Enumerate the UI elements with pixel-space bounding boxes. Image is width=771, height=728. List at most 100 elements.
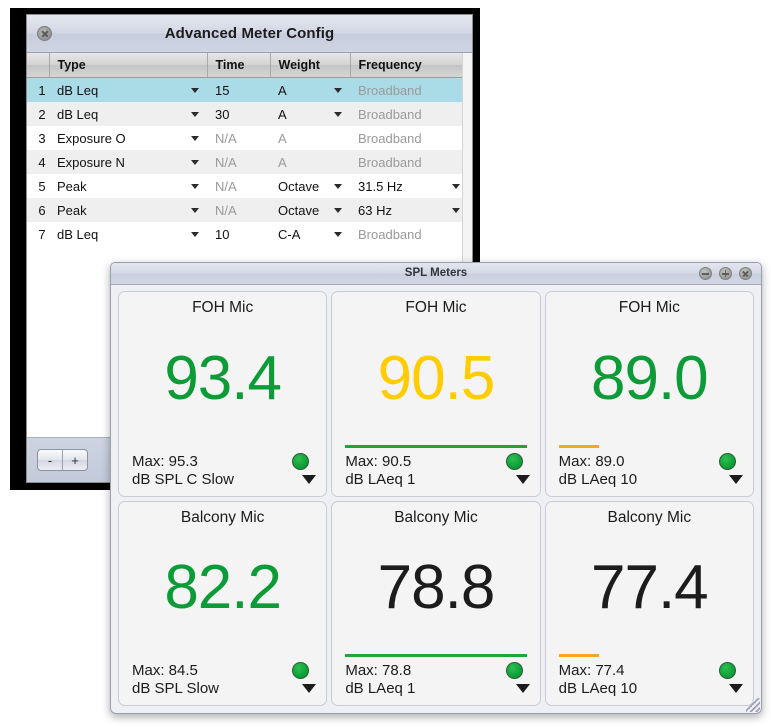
cell-weight-content: A (278, 155, 350, 170)
table-row[interactable]: 7 dB Leq 10 C-A Broadband (27, 222, 468, 246)
meter-mode-selector[interactable]: dB SPL Slow (119, 679, 326, 705)
minimize-icon[interactable] (699, 267, 712, 280)
cell-type[interactable]: Exposure O (49, 126, 207, 150)
chevron-down-icon[interactable] (191, 135, 199, 141)
status-led-icon (505, 452, 523, 470)
column-header-frequency[interactable]: Frequency (350, 53, 468, 78)
close-icon[interactable] (739, 267, 752, 280)
meter-value: 90.5 (377, 343, 496, 413)
meter-level-bar-slot (132, 654, 313, 660)
meter-cell[interactable]: FOH Mic 89.0 Max: 89.0 dB LAeq 10 (544, 291, 754, 497)
meter-cell[interactable]: Balcony Mic 78.8 Max: 78.8 dB LAeq 1 (331, 500, 541, 706)
column-header-time[interactable]: Time (207, 53, 271, 78)
config-title-bar[interactable]: Advanced Meter Config (27, 15, 472, 53)
cell-frequency-content: Broadband (358, 107, 468, 122)
meter-source-name: FOH Mic (618, 299, 680, 316)
cell-weight[interactable]: Octave (270, 174, 350, 198)
cell-time[interactable]: 10 (207, 222, 270, 246)
cell-weight[interactable]: A (270, 150, 350, 174)
meter-max-label: Max: 95.3 (132, 452, 198, 470)
cell-time[interactable]: N/A (207, 198, 270, 222)
cell-time[interactable]: N/A (207, 174, 270, 198)
cell-type[interactable]: dB Leq (49, 77, 207, 102)
spl-meters-window: SPL Meters FOH Mic 93.4 Max: 95.3 dB SPL C … (110, 262, 762, 714)
meter-max-label: Max: 89.0 (558, 452, 625, 470)
cell-frequency[interactable]: Broadband (350, 222, 468, 246)
cell-time[interactable]: N/A (207, 126, 270, 150)
chevron-down-icon[interactable] (334, 87, 342, 93)
table-row[interactable]: 2 dB Leq 30 A Broadband (27, 102, 468, 126)
cell-weight[interactable]: A (270, 77, 350, 102)
cell-frequency-content: Broadband (358, 155, 468, 170)
meter-cell[interactable]: FOH Mic 93.4 Max: 95.3 dB SPL C Slow (118, 291, 328, 497)
cell-weight[interactable]: Octave (270, 198, 350, 222)
cell-frequency[interactable]: Broadband (350, 150, 468, 174)
meter-mode-selector[interactable]: dB LAeq 10 (546, 679, 753, 705)
meter-mode-selector[interactable]: dB LAeq 1 (332, 470, 539, 496)
cell-type-label: dB Leq (57, 106, 99, 122)
chevron-down-icon[interactable] (334, 111, 342, 117)
cell-type[interactable]: dB Leq (49, 102, 207, 126)
table-row[interactable]: 3 Exposure O N/A A Broadband (27, 126, 468, 150)
add-row-button[interactable]: + (62, 450, 87, 470)
chevron-down-icon[interactable] (191, 207, 199, 213)
cell-type[interactable]: Exposure N (49, 150, 207, 174)
cell-frequency-content: 63 Hz (358, 203, 468, 218)
cell-frequency-label: Broadband (358, 154, 422, 170)
cell-frequency-label: 63 Hz (358, 202, 392, 218)
cell-frequency[interactable]: Broadband (350, 102, 468, 126)
table-row[interactable]: 1 dB Leq 15 A Broadband (27, 77, 468, 102)
cell-weight-content: Octave (278, 179, 350, 194)
cell-frequency[interactable]: Broadband (350, 126, 468, 150)
meter-mode-selector[interactable]: dB LAeq 1 (332, 679, 539, 705)
chevron-down-icon[interactable] (334, 207, 342, 213)
meter-mode-label: dB SPL Slow (132, 680, 219, 697)
table-row[interactable]: 6 Peak N/A Octave 63 Hz (27, 198, 468, 222)
cell-weight[interactable]: A (270, 126, 350, 150)
chevron-down-icon[interactable] (191, 183, 199, 189)
zoom-icon[interactable] (719, 267, 732, 280)
chevron-down-icon[interactable] (515, 684, 530, 693)
chevron-down-icon[interactable] (191, 159, 199, 165)
cell-frequency[interactable]: 31.5 Hz (350, 174, 468, 198)
chevron-down-icon[interactable] (515, 474, 530, 484)
cell-weight[interactable]: C-A (270, 222, 350, 246)
column-header-index[interactable] (27, 53, 50, 78)
meter-cell[interactable]: FOH Mic 90.5 Max: 90.5 dB LAeq 1 (331, 291, 541, 497)
cell-type[interactable]: dB Leq (49, 222, 207, 246)
cell-time[interactable]: 30 (207, 102, 270, 126)
meter-mode-selector[interactable]: dB SPL C Slow (119, 470, 326, 496)
chevron-down-icon[interactable] (334, 183, 342, 189)
chevron-down-icon[interactable] (334, 231, 342, 237)
table-row[interactable]: 4 Exposure N N/A A Broadband (27, 150, 468, 174)
column-header-type[interactable]: Type (49, 53, 208, 78)
chevron-down-icon[interactable] (191, 231, 199, 237)
chevron-down-icon[interactable] (302, 684, 317, 693)
chevron-down-icon[interactable] (452, 207, 460, 213)
cell-type-content: Peak (57, 203, 207, 218)
meter-cell[interactable]: Balcony Mic 82.2 Max: 84.5 dB SPL Slow (118, 500, 328, 706)
meter-mode-selector[interactable]: dB LAeq 10 (546, 470, 753, 496)
chevron-down-icon[interactable] (302, 474, 317, 484)
cell-frequency[interactable]: 63 Hz (350, 198, 468, 222)
chevron-down-icon[interactable] (728, 474, 743, 484)
meter-cell[interactable]: Balcony Mic 77.4 Max: 77.4 dB LAeq 10 (544, 500, 754, 706)
chevron-down-icon[interactable] (191, 111, 199, 117)
cell-type-content: Peak (57, 179, 207, 194)
cell-time[interactable]: N/A (207, 150, 270, 174)
chevron-down-icon[interactable] (452, 183, 460, 189)
add-remove-segmented-control: - + (37, 449, 88, 471)
cell-weight[interactable]: A (270, 102, 350, 126)
cell-time[interactable]: 15 (207, 77, 270, 102)
cell-weight-content: Octave (278, 203, 350, 218)
remove-row-button[interactable]: - (38, 450, 62, 470)
cell-frequency[interactable]: Broadband (350, 77, 468, 102)
cell-type[interactable]: Peak (49, 174, 207, 198)
chevron-down-icon[interactable] (191, 87, 199, 93)
table-row[interactable]: 5 Peak N/A Octave 31.5 Hz (27, 174, 468, 198)
cell-frequency-label: Broadband (358, 130, 422, 146)
cell-type[interactable]: Peak (49, 198, 207, 222)
column-header-weight[interactable]: Weight (270, 53, 351, 78)
spl-title-bar[interactable]: SPL Meters (111, 263, 761, 285)
chevron-down-icon[interactable] (728, 684, 743, 693)
